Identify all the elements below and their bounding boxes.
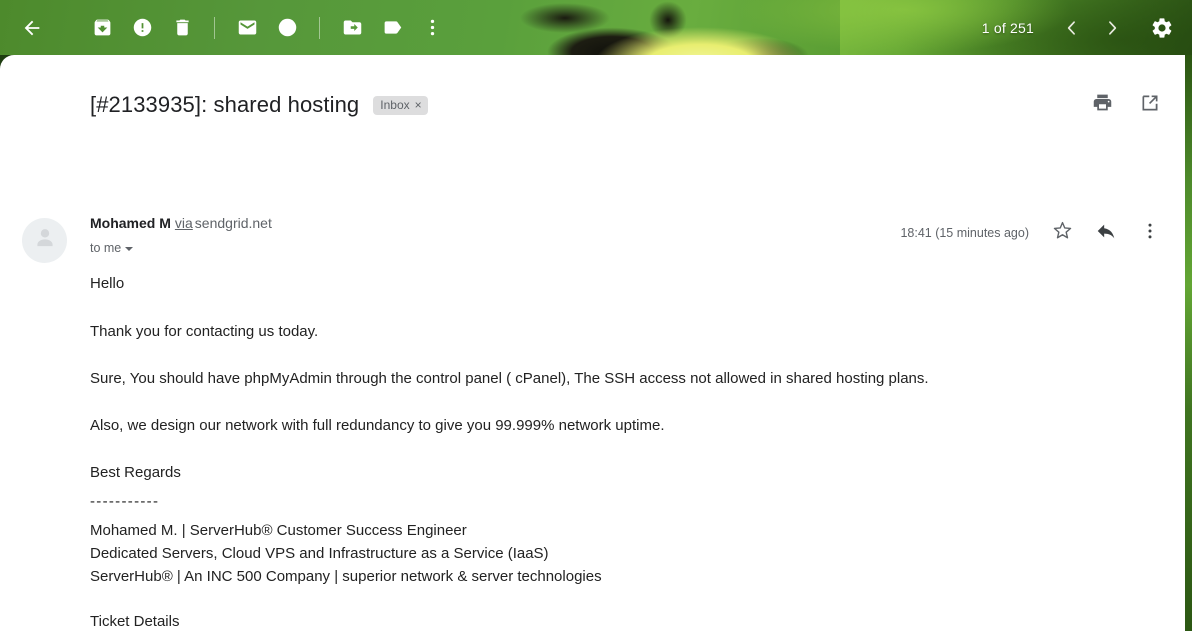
- body-paragraph: Thank you for contacting us today.: [90, 323, 319, 340]
- gear-icon: [1150, 16, 1174, 40]
- trash-icon: [172, 17, 193, 38]
- delete-button[interactable]: [162, 8, 202, 48]
- back-to-inbox-button[interactable]: [12, 8, 52, 48]
- sender-name[interactable]: Mohamed M: [90, 215, 171, 231]
- star-icon: [1052, 220, 1073, 246]
- signature-separator: -----------: [90, 493, 160, 510]
- message-toolbar: 1 of 251: [0, 0, 1192, 55]
- chevron-right-icon: [1102, 18, 1122, 38]
- toolbar-divider: [319, 16, 320, 39]
- reply-arrow-icon: [1095, 220, 1117, 247]
- body-paragraph: Sure, You should have phpMyAdmin through…: [90, 370, 929, 387]
- subject-row: [#2133935]: shared hosting Inbox ×: [90, 88, 1167, 122]
- labels-button[interactable]: [372, 8, 412, 48]
- open-in-new-window-button[interactable]: [1133, 88, 1167, 122]
- greeting-text: Hello: [90, 275, 125, 292]
- chevron-down-icon: [125, 247, 134, 251]
- reply-button[interactable]: [1089, 216, 1123, 250]
- message-meta: 18:41 (15 minutes ago): [900, 216, 1167, 250]
- older-message-button[interactable]: [1052, 8, 1092, 48]
- redaction-block: [127, 273, 223, 292]
- report-spam-button[interactable]: [122, 8, 162, 48]
- theme-right-edge: [1185, 55, 1192, 631]
- kebab-menu-icon: [1140, 221, 1160, 246]
- message-body: Hello Thank you for contacting us today.…: [90, 273, 1165, 631]
- message-more-button[interactable]: [1133, 216, 1167, 250]
- toolbar-divider: [214, 16, 215, 39]
- pagination-count: 1 of 251: [981, 19, 1034, 36]
- snooze-button[interactable]: [267, 8, 307, 48]
- move-to-folder-icon: [342, 17, 363, 38]
- signature-line: Mohamed M. | ServerHub® Customer Success…: [90, 522, 467, 539]
- remove-label-icon[interactable]: ×: [415, 99, 422, 111]
- back-arrow-icon: [21, 17, 43, 39]
- message-content-panel: [#2133935]: shared hosting Inbox × Moham…: [0, 55, 1185, 631]
- body-paragraph: Also, we design our network with full re…: [90, 417, 665, 434]
- archive-button[interactable]: [82, 8, 122, 48]
- newer-message-button[interactable]: [1092, 8, 1132, 48]
- signature-line: Dedicated Servers, Cloud VPS and Infrast…: [90, 545, 549, 562]
- sender-block: Mohamed Mvia sendgrid.net to me: [90, 215, 272, 255]
- settings-button[interactable]: [1142, 8, 1182, 48]
- move-to-button[interactable]: [332, 8, 372, 48]
- signature-line: ServerHub® | An INC 500 Company | superi…: [90, 568, 602, 585]
- via-domain: sendgrid.net: [194, 215, 272, 231]
- signature-block: ----------- Mohamed M. | ServerHub® Cust…: [90, 494, 1165, 584]
- archive-icon: [92, 17, 113, 38]
- body-greeting: Hello: [90, 273, 1165, 292]
- print-button[interactable]: [1085, 88, 1119, 122]
- subject-actions: [1085, 88, 1167, 122]
- report-spam-icon: [132, 17, 153, 38]
- message-timestamp: 18:41 (15 minutes ago): [900, 226, 1029, 240]
- mark-unread-button[interactable]: [227, 8, 267, 48]
- printer-icon: [1092, 92, 1113, 118]
- recipient-toggle[interactable]: to me: [90, 241, 134, 255]
- chevron-left-icon: [1062, 18, 1082, 38]
- recipient-label: to me: [90, 241, 122, 255]
- via-link[interactable]: via: [175, 215, 193, 231]
- label-chip-inbox[interactable]: Inbox ×: [373, 95, 428, 115]
- mail-unread-icon: [237, 17, 258, 38]
- kebab-menu-icon: [422, 17, 443, 38]
- person-icon: [31, 224, 59, 257]
- label-tag-icon: [382, 17, 403, 38]
- external-link-icon: [1140, 93, 1160, 118]
- star-button[interactable]: [1045, 216, 1079, 250]
- body-paragraph: Best Regards: [90, 464, 181, 481]
- avatar: [22, 218, 67, 263]
- label-chip-text: Inbox: [380, 97, 410, 112]
- ticket-details-heading: Ticket Details: [90, 613, 180, 630]
- sender-line: Mohamed Mvia sendgrid.net: [90, 215, 272, 231]
- more-button[interactable]: [412, 8, 452, 48]
- page-title: [#2133935]: shared hosting: [90, 92, 360, 117]
- gmail-message-view: 1 of 251 [#2133935]: shared hosting Inbo…: [0, 0, 1192, 631]
- clock-icon: [277, 17, 298, 38]
